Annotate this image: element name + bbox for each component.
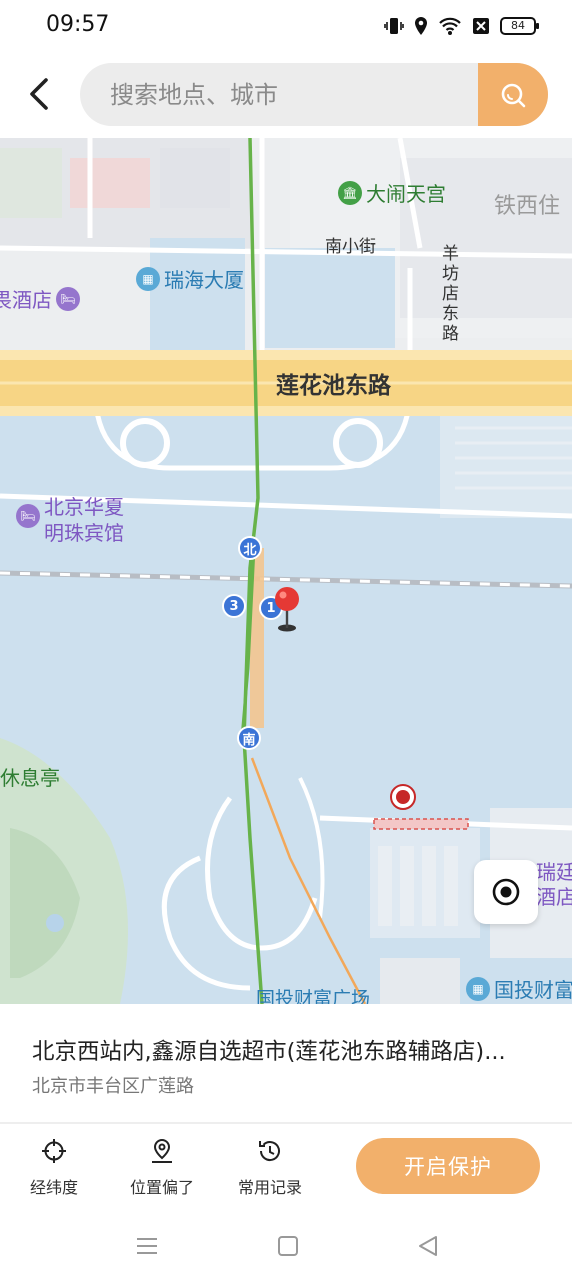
building-icon: ▦ <box>466 976 490 1001</box>
kfc-icon[interactable] <box>390 784 416 810</box>
history-label: 常用记录 <box>237 1178 302 1197</box>
street-label-yangfang-road: 羊坊店东路 <box>442 244 459 344</box>
poi-guotou-left[interactable]: 国投财富广场 <box>256 984 370 1004</box>
enable-protection-button[interactable]: 开启保护 <box>356 1138 540 1194</box>
location-pin-icon[interactable] <box>272 586 302 634</box>
back-button[interactable] <box>24 76 56 112</box>
area-label-tiexi: 铁西住 <box>494 194 561 219</box>
poi-xiuxiting[interactable]: 休息亭 <box>0 762 60 791</box>
hotel-icon: 🛏 <box>56 286 80 311</box>
chevron-left-icon <box>30 78 48 110</box>
battery-indicator: 84 <box>500 17 539 35</box>
position-offset-label: 位置偏了 <box>129 1178 194 1197</box>
poi-ruihai-label: 瑞海大厦 <box>164 268 244 292</box>
poi-ruihai[interactable]: ▦ 瑞海大厦 <box>136 264 244 293</box>
poi-hotel-left-label: 畏酒店 <box>0 288 52 312</box>
no-sim-icon <box>473 18 489 34</box>
poi-guotou-right-label: 国投财富 <box>494 978 572 1002</box>
search-button[interactable] <box>478 63 548 126</box>
home-icon[interactable] <box>276 1234 300 1258</box>
bottom-toolbar: 经纬度 位置偏了 常用记录 开启保护 <box>0 1124 572 1220</box>
landmark-icon: 🏛 <box>338 180 362 205</box>
road-label-lianhuachi: 莲花池东路 <box>276 373 391 399</box>
history-icon <box>259 1141 280 1161</box>
poi-guotou-right[interactable]: ▦ 国投财富 <box>466 974 572 1003</box>
poi-hotel-left[interactable]: 畏酒店 🛏 <box>0 284 80 313</box>
latlng-label: 经纬度 <box>29 1178 78 1197</box>
map-view[interactable]: 🏛 大闹天宫 铁西住 南小街 羊坊店东路 ▦ 瑞海大厦 畏酒店 🛏 莲花池东路 … <box>0 138 572 1004</box>
poi-ruiji-line2: 酒店 <box>536 885 572 909</box>
menu-icon[interactable] <box>135 1234 159 1258</box>
metro-exit-3[interactable]: 3 <box>222 594 246 618</box>
status-bar: 09:57 84 <box>0 0 572 50</box>
status-time: 09:57 <box>46 12 110 37</box>
place-info-panel[interactable]: 北京西站内,鑫源自选超市(莲花池东路辅路店)... 北京市丰台区广莲路 <box>0 1004 572 1122</box>
target-icon <box>492 878 520 906</box>
search-icon <box>501 83 526 107</box>
place-address: 北京市丰台区广莲路 <box>32 1076 194 1097</box>
crosshair-icon <box>42 1139 66 1163</box>
map-pin-icon <box>152 1138 172 1163</box>
poi-huaxia-hotel[interactable]: 🛏 北京华夏 明珠宾馆 <box>16 494 124 546</box>
place-name: 北京西站内,鑫源自选超市(莲花池东路辅路店)... <box>32 1039 506 1065</box>
history-button[interactable]: 常用记录 <box>225 1138 315 1198</box>
search-input[interactable] <box>110 63 470 126</box>
hotel-icon: 🛏 <box>16 504 40 528</box>
back-triangle-icon[interactable] <box>416 1234 440 1258</box>
search-header <box>0 50 572 138</box>
poi-danao-tiangong[interactable]: 🏛 大闹天宫 <box>338 178 446 207</box>
poi-ruiji-line1: 瑞廷 <box>536 860 572 884</box>
wifi-icon <box>439 17 461 35</box>
system-nav-bar <box>0 1220 572 1280</box>
metro-north-marker[interactable]: 北 <box>238 536 262 560</box>
poi-danao-tiangong-label: 大闹天宫 <box>366 182 446 206</box>
poi-huaxia-line2: 明珠宾馆 <box>44 521 124 545</box>
building-icon: ▦ <box>136 266 160 291</box>
metro-south-marker[interactable]: 南 <box>237 726 261 750</box>
location-icon <box>415 17 427 35</box>
latlng-button[interactable]: 经纬度 <box>9 1138 99 1198</box>
position-offset-button[interactable]: 位置偏了 <box>117 1138 207 1198</box>
status-icons: 84 <box>384 14 539 38</box>
poi-huaxia-line1: 北京华夏 <box>44 495 124 519</box>
vibrate-icon <box>384 18 404 34</box>
search-box[interactable] <box>80 63 548 126</box>
poi-ruiji-hotel[interactable]: 瑞廷 酒店 <box>536 860 572 910</box>
street-label-nanxiaojie: 南小街 <box>325 237 376 257</box>
battery-level: 84 <box>511 19 525 32</box>
locate-me-button[interactable] <box>474 860 538 924</box>
